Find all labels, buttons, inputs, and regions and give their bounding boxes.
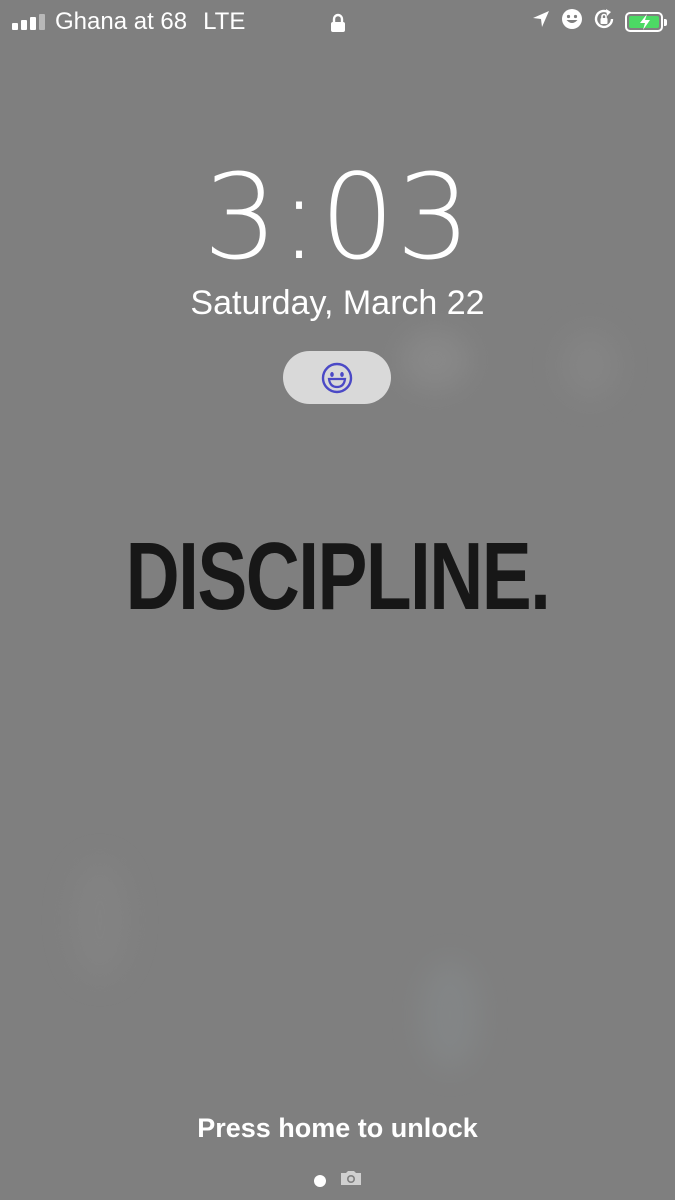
wallpaper-blur: [420, 960, 480, 1070]
status-left: Ghana at 68 LTE: [12, 8, 245, 36]
lock-date: Saturday, March 22: [190, 284, 485, 322]
smiley-icon: [561, 8, 583, 37]
wallpaper-blur: [70, 860, 130, 980]
lock-screen: Ghana at 68 LTE 3:03 Saturday, March 22 …: [0, 0, 675, 1200]
battery-charging-icon: [625, 12, 667, 32]
wallpaper-blur: [560, 330, 620, 400]
lock-time: 3:03: [203, 148, 472, 286]
wallpaper-text: DISCIPLINE.: [125, 523, 551, 630]
carrier-name: Ghana at 68: [55, 8, 188, 35]
smiley-face-icon: [321, 362, 353, 393]
status-bar: Ghana at 68 LTE: [0, 0, 675, 44]
network-type: LTE: [203, 8, 246, 35]
wallpaper-blur: [400, 330, 470, 390]
location-arrow-icon: [531, 8, 551, 36]
page-indicator: [0, 1170, 675, 1191]
emoji-widget-pill[interactable]: [283, 351, 391, 404]
page-dot: [313, 1174, 326, 1187]
signal-bars-icon: [12, 14, 45, 30]
rotation-lock-icon: [593, 8, 615, 37]
unlock-hint: Press home to unlock: [197, 1113, 478, 1143]
status-right: [531, 8, 667, 37]
camera-icon[interactable]: [340, 1170, 362, 1191]
lock-icon: [330, 12, 346, 40]
